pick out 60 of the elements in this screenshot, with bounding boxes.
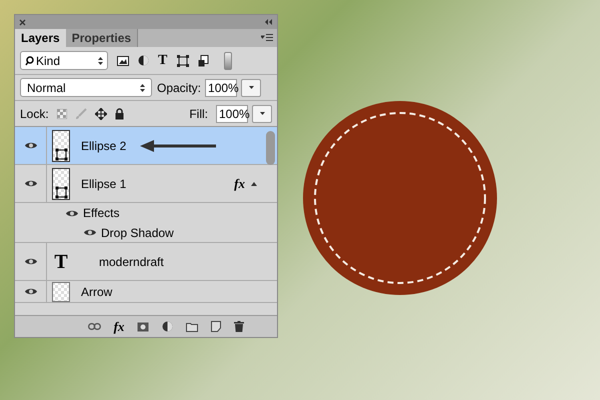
eye-icon[interactable] — [65, 208, 79, 218]
eye-icon[interactable] — [24, 287, 38, 296]
eye-icon[interactable] — [24, 257, 38, 266]
layer-name: Ellipse 1 — [81, 176, 126, 192]
effects-label: Effects — [83, 205, 120, 222]
fx-button[interactable]: fx — [114, 316, 124, 336]
type-filter-icon[interactable]: T — [158, 54, 168, 68]
move-icon[interactable] — [94, 108, 107, 120]
new-layer-icon[interactable] — [211, 321, 222, 332]
type-thumbnail-icon: T — [54, 252, 68, 272]
layer-row[interactable]: Ellipse 1 fx — [15, 165, 277, 203]
panel-tab[interactable]: Layers — [15, 29, 66, 47]
checkerboard-icon[interactable] — [56, 108, 67, 118]
filter-value: Kind — [36, 52, 62, 70]
shape-thumbnail-icon — [52, 168, 70, 200]
dropdown-button[interactable] — [252, 104, 272, 122]
trash-icon[interactable] — [234, 321, 244, 332]
layer-row[interactable]: T moderndraft — [15, 243, 277, 281]
filter-toggle[interactable] — [224, 52, 232, 70]
mask-icon[interactable] — [137, 322, 150, 332]
panel-tab[interactable]: Properties — [66, 29, 138, 47]
opacity-field[interactable]: 100% — [205, 78, 238, 96]
effect-name: Drop Shadow — [101, 224, 174, 242]
dropdown-button[interactable] — [241, 78, 262, 96]
fx-label: fx — [234, 174, 245, 193]
lock-icon[interactable] — [114, 108, 124, 120]
layer-row[interactable]: Arrow — [15, 281, 277, 303]
eye-icon[interactable] — [24, 141, 38, 150]
layer-row[interactable]: Ellipse 2 — [15, 127, 277, 165]
opacity-label: Opacity: — [157, 80, 202, 96]
layer-name: Arrow — [81, 284, 112, 300]
layer-name: moderndraft — [99, 254, 164, 270]
search-icon — [25, 56, 34, 66]
folder-icon[interactable] — [186, 322, 198, 332]
half-circle-icon[interactable] — [138, 55, 149, 66]
smart-object-icon[interactable] — [198, 54, 209, 66]
lock-label: Lock: — [20, 106, 49, 122]
layer-name: Ellipse 2 — [81, 138, 126, 154]
fill-label: Fill: — [189, 106, 208, 122]
image-icon[interactable] — [117, 56, 129, 66]
caret-icon — [260, 112, 264, 115]
caret-icon — [248, 86, 254, 89]
shape-thumbnail-icon — [52, 130, 70, 162]
link-icon[interactable] — [88, 323, 101, 330]
filter-dropdown[interactable]: Kind — [20, 51, 108, 70]
close-icon[interactable] — [19, 18, 26, 26]
blend-mode-dropdown[interactable]: Normal — [20, 78, 152, 97]
collapse-icon[interactable] — [264, 19, 273, 25]
shape-icon[interactable] — [177, 54, 189, 66]
eye-icon[interactable] — [24, 179, 38, 188]
panel-menu-icon[interactable] — [261, 34, 273, 42]
scrollbar[interactable] — [266, 131, 275, 165]
blend-mode-value: Normal — [27, 80, 67, 96]
fill-field[interactable]: 100% — [216, 104, 248, 122]
eye-icon[interactable] — [83, 228, 97, 237]
stepper-icon — [140, 84, 145, 92]
checkerboard-thumbnail-icon — [52, 282, 70, 302]
caret-icon[interactable] — [251, 182, 257, 186]
stepper-icon — [98, 56, 103, 64]
half-circle-icon[interactable] — [162, 321, 174, 332]
